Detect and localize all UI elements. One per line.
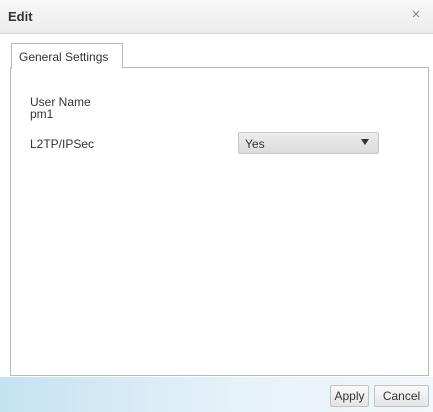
cancel-button[interactable]: Cancel <box>374 385 429 407</box>
edit-dialog: Edit × General Settings User Name pm1 L2… <box>0 0 433 412</box>
tab-general-settings[interactable]: General Settings <box>11 43 123 69</box>
apply-button[interactable]: Apply <box>330 385 369 407</box>
l2tp-ipsec-label: L2TP/IPSec <box>30 137 95 151</box>
l2tp-ipsec-selected-value: Yes <box>245 137 265 151</box>
dialog-footer: Apply Cancel <box>0 377 433 412</box>
user-name-value: pm1 <box>30 107 54 121</box>
dialog-titlebar[interactable]: Edit × <box>0 0 433 34</box>
l2tp-ipsec-select[interactable]: Yes <box>238 132 379 154</box>
tab-bar: General Settings <box>10 40 429 69</box>
dialog-title: Edit <box>8 9 33 24</box>
general-settings-panel: User Name pm1 L2TP/IPSec Yes <box>10 68 429 376</box>
chevron-down-icon <box>361 139 369 145</box>
close-icon[interactable]: × <box>409 6 423 24</box>
